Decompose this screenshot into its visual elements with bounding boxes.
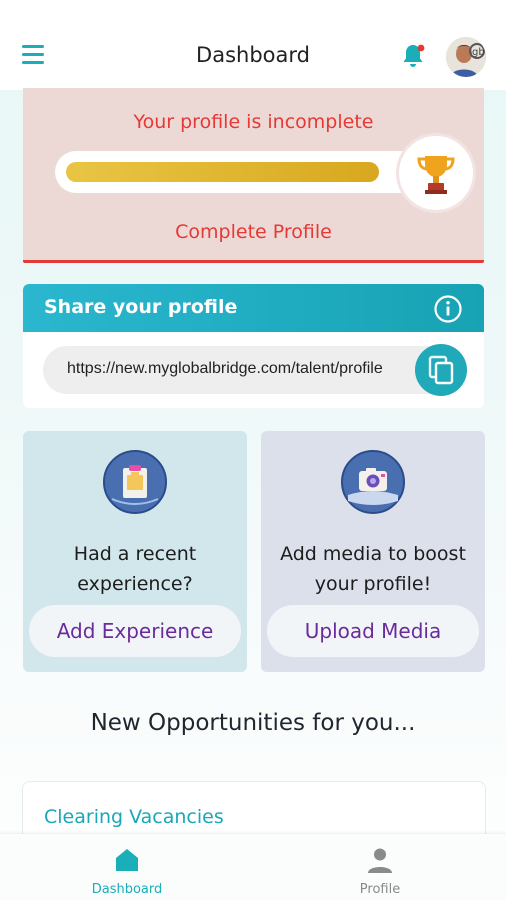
nav-dashboard-label: Dashboard bbox=[91, 882, 163, 897]
experience-prompt-line2: experience? bbox=[77, 573, 193, 595]
complete-profile-link[interactable]: Complete Profile bbox=[23, 221, 484, 243]
top-app-bar: Dashboard gb bbox=[0, 0, 506, 90]
page-title: Dashboard bbox=[196, 43, 310, 67]
profile-progress-fill bbox=[66, 162, 379, 182]
media-prompt-line1: Add media to boost bbox=[280, 543, 466, 565]
experience-prompt: Had a recent experience? bbox=[23, 539, 247, 599]
profile-incomplete-message: Your profile is incomplete bbox=[133, 111, 374, 133]
notification-dot-icon bbox=[417, 44, 425, 52]
avatar[interactable]: gb bbox=[446, 37, 486, 77]
trophy-icon bbox=[399, 136, 473, 210]
clipboard-icon bbox=[102, 449, 168, 515]
profile-completion-card: Your profile is incomplete Complete Prof… bbox=[23, 88, 484, 263]
camera-icon bbox=[340, 449, 406, 515]
opportunity-card-title[interactable]: Clearing Vacancies bbox=[44, 806, 224, 828]
nav-profile[interactable]: Profile bbox=[320, 834, 440, 900]
svg-text:gb: gb bbox=[472, 47, 485, 58]
experience-prompt-line1: Had a recent bbox=[73, 543, 197, 565]
media-prompt: Add media to boost your profile! bbox=[261, 539, 485, 599]
share-profile-title: Share your profile bbox=[44, 296, 238, 318]
media-prompt-line2: your profile! bbox=[314, 573, 432, 595]
nav-profile-label: Profile bbox=[359, 882, 401, 897]
info-icon[interactable] bbox=[433, 294, 463, 324]
add-experience-tile: Had a recent experience? Add Experience bbox=[23, 431, 247, 672]
opportunities-heading: New Opportunities for you... bbox=[90, 710, 416, 736]
nav-dashboard[interactable]: Dashboard bbox=[67, 834, 187, 900]
profile-url-field[interactable]: https://new.myglobalbridge.com/talent/pr… bbox=[43, 344, 467, 396]
add-experience-button[interactable]: Add Experience bbox=[29, 605, 241, 657]
person-icon bbox=[366, 846, 394, 874]
profile-url-text: https://new.myglobalbridge.com/talent/pr… bbox=[67, 360, 383, 377]
bottom-navigation: Dashboard Profile bbox=[0, 834, 506, 900]
upload-media-tile: Add media to boost your profile! Upload … bbox=[261, 431, 485, 672]
bell-icon[interactable] bbox=[400, 42, 426, 70]
profile-progress-track bbox=[55, 151, 425, 193]
copy-icon[interactable] bbox=[415, 344, 467, 396]
share-profile-card: Share your profile https://new.myglobalb… bbox=[23, 284, 484, 408]
share-profile-header: Share your profile bbox=[23, 284, 484, 332]
home-icon bbox=[113, 846, 141, 874]
upload-media-button[interactable]: Upload Media bbox=[267, 605, 479, 657]
